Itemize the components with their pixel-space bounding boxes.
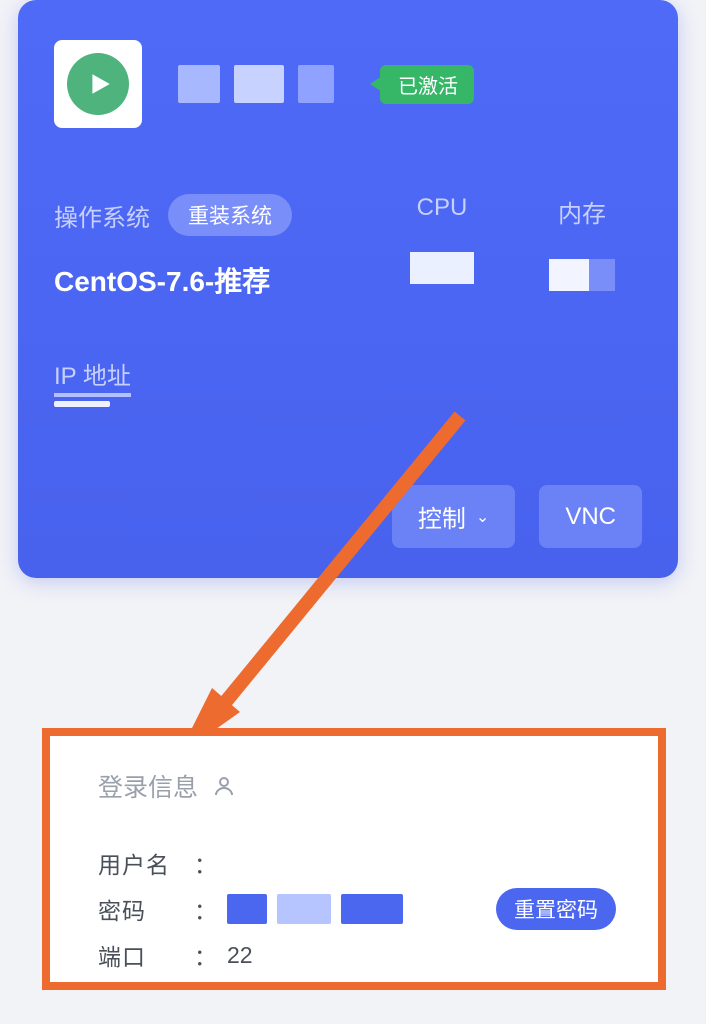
- server-card: 已激活 操作系统 重装系统 CentOS-7.6-推荐 CPU 内存 IP 地址: [18, 0, 678, 578]
- port-row: 端口 ： 22: [98, 938, 616, 972]
- mem-column: 内存: [522, 194, 642, 300]
- cpu-value-redacted: [410, 252, 474, 284]
- redacted-block: [234, 65, 284, 103]
- password-row: 密码 ： 重置密码: [98, 888, 616, 930]
- ip-row: IP 地址: [54, 356, 642, 407]
- card-button-row: 控制 ⌄ VNC: [392, 485, 642, 548]
- reinstall-button[interactable]: 重装系统: [168, 194, 292, 236]
- os-label: 操作系统: [54, 198, 150, 233]
- password-value-redacted: [227, 894, 403, 924]
- redacted-block: [341, 894, 403, 924]
- mem-value-redacted: [549, 259, 589, 291]
- cpu-column: CPU: [382, 194, 502, 300]
- mem-value-redacted: [589, 259, 615, 291]
- redacted-block: [227, 894, 267, 924]
- redacted-block: [178, 65, 220, 103]
- port-label: 端口: [98, 938, 194, 972]
- control-dropdown-button[interactable]: 控制 ⌄: [392, 485, 515, 548]
- card-header-row: 已激活: [54, 40, 642, 128]
- login-info-panel: 登录信息 用户名 ： 密码 ： 重置密码 端口 ： 22: [42, 728, 666, 990]
- colon: ：: [194, 938, 217, 972]
- vnc-button-label: VNC: [565, 503, 616, 531]
- colon: ：: [194, 846, 217, 880]
- card-mid-row: 操作系统 重装系统 CentOS-7.6-推荐 CPU 内存: [54, 194, 642, 300]
- login-title-row: 登录信息: [98, 768, 616, 804]
- mem-label: 内存: [522, 194, 642, 229]
- os-column: 操作系统 重装系统 CentOS-7.6-推荐: [54, 194, 382, 300]
- ip-label: IP 地址: [54, 356, 131, 397]
- server-name-redacted: [178, 65, 334, 103]
- port-value: 22: [227, 942, 253, 969]
- colon: ：: [194, 892, 217, 926]
- chevron-down-icon: ⌄: [476, 507, 489, 527]
- username-label: 用户名: [98, 846, 194, 880]
- cpu-label: CPU: [382, 194, 502, 222]
- status-tile: [54, 40, 142, 128]
- control-button-label: 控制: [418, 499, 466, 534]
- reset-password-button[interactable]: 重置密码: [496, 888, 616, 930]
- user-icon: [212, 774, 236, 798]
- redacted-block: [277, 894, 331, 924]
- redacted-block: [298, 65, 334, 103]
- play-icon: [67, 53, 129, 115]
- username-row: 用户名 ：: [98, 846, 616, 880]
- os-value: CentOS-7.6-推荐: [54, 260, 382, 300]
- login-title: 登录信息: [98, 768, 198, 804]
- vnc-button[interactable]: VNC: [539, 485, 642, 548]
- status-badge: 已激活: [380, 65, 474, 104]
- ip-value-redacted: [54, 401, 110, 407]
- password-label: 密码: [98, 892, 194, 926]
